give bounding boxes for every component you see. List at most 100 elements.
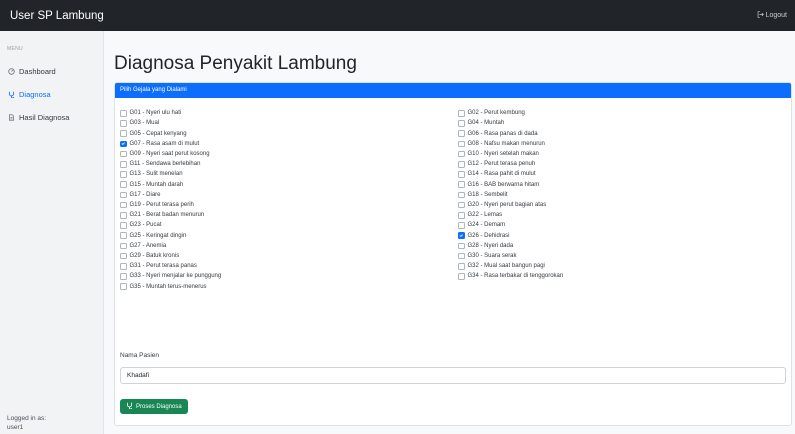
checkbox[interactable] [120, 242, 127, 250]
symptom-checkbox-item[interactable]: G31 - Perut terasa panas [120, 263, 197, 270]
symptom-label: G27 - Anemia [129, 242, 167, 249]
symptom-checkbox-item[interactable]: G13 - Sulit menelan [120, 171, 183, 178]
checkbox[interactable] [120, 171, 127, 178]
symptom-label: G26 - Dehidrasi [467, 232, 510, 239]
checkbox-checked[interactable] [120, 140, 127, 148]
symptom-checkbox-item[interactable]: G09 - Nyeri saat perut kosong [120, 150, 210, 158]
symptom-checkbox-item[interactable]: G25 - Keringat dingin [120, 232, 186, 239]
symptom-label: G17 - Diare [129, 191, 161, 198]
top-navbar: User SP Lambung Logout [0, 0, 795, 31]
card-header: Pilih Gejala yang Dialami [115, 83, 791, 98]
checkbox[interactable] [458, 273, 465, 280]
symptom-checkbox-item[interactable]: G10 - Nyeri setelah makan [458, 150, 539, 158]
checkbox[interactable] [120, 232, 127, 239]
sidebar-item-hasil-diagnosa[interactable]: Hasil Diagnosa [7, 113, 69, 122]
checkbox[interactable] [458, 120, 465, 127]
symptom-label: G01 - Nyeri ulu hati [129, 110, 182, 117]
checkbox[interactable] [120, 120, 127, 127]
symptom-label: G02 - Perut kembung [467, 110, 525, 117]
symptom-checkbox-item[interactable]: G32 - Mual saat bangun pagi [458, 263, 545, 270]
symptom-checkbox-item[interactable]: G16 - BAB berwarna hitam [458, 181, 539, 188]
symptom-checkbox-item[interactable]: G34 - Rasa terbakar di tenggorokan [458, 273, 563, 280]
sidebar-item-dashboard[interactable]: Dashboard [7, 67, 56, 76]
checkbox[interactable] [120, 283, 127, 290]
checkbox[interactable] [458, 242, 465, 250]
symptom-checkbox-item[interactable]: G30 - Suara serak [458, 252, 517, 260]
app-title[interactable]: User SP Lambung [10, 10, 104, 22]
checkbox[interactable] [120, 263, 127, 270]
symptom-checkbox-item[interactable]: G19 - Perut terasa perih [120, 201, 194, 209]
symptom-checkbox-item[interactable]: G01 - Nyeri ulu hati [120, 110, 181, 117]
symptom-checkbox-item[interactable]: G20 - Nyeri perut bagian atas [458, 201, 546, 209]
symptom-checkbox-item[interactable]: G04 - Muntah [458, 120, 504, 127]
symptom-checkbox-item[interactable]: G18 - Sembelit [458, 191, 508, 199]
checkbox[interactable] [458, 212, 465, 219]
checkbox[interactable] [458, 252, 465, 260]
diagnosa-icon [7, 91, 15, 99]
symptom-checkbox-item[interactable]: G12 - Perut terasa penuh [458, 161, 535, 168]
symptom-label: G33 - Nyeri menjalar ke punggung [129, 273, 222, 280]
menu-heading: MENU [7, 46, 23, 52]
symptom-label: G18 - Sembelit [467, 191, 508, 198]
process-diagnosis-label: Proses Diagnosa [136, 403, 182, 410]
logout-link[interactable]: Logout [757, 11, 787, 20]
symptom-checkbox-item[interactable]: G22 - Lemas [458, 212, 502, 219]
symptom-checkbox-item[interactable]: G21 - Berat badan menurun [120, 212, 204, 219]
symptom-label: G05 - Cepat kenyang [129, 130, 187, 137]
symptom-label: G19 - Perut terasa perih [129, 202, 194, 209]
symptom-checkbox-item[interactable]: G11 - Sendawa berlebihan [120, 161, 200, 168]
dashboard-icon [7, 68, 15, 76]
checkbox[interactable] [458, 191, 465, 199]
sidebar-item-diagnosa[interactable]: Diagnosa [7, 90, 51, 99]
checkbox[interactable] [120, 191, 127, 199]
checkbox[interactable] [458, 130, 465, 137]
checkbox[interactable] [120, 252, 127, 260]
checkbox[interactable] [120, 222, 127, 229]
symptom-checkbox-item[interactable]: G28 - Nyeri dada [458, 242, 513, 250]
symptom-checkbox-item[interactable]: G03 - Mual [120, 120, 159, 127]
logout-label: Logout [765, 12, 787, 19]
checkbox[interactable] [458, 161, 465, 168]
checkbox[interactable] [458, 181, 465, 188]
symptom-checkbox-item[interactable]: G05 - Cepat kenyang [120, 130, 187, 137]
patient-name-input[interactable] [120, 367, 786, 384]
checkbox[interactable] [120, 150, 127, 158]
symptom-label: G22 - Lemas [467, 212, 503, 219]
checkbox[interactable] [458, 110, 465, 117]
symptom-checkbox-item[interactable]: G17 - Diare [120, 191, 161, 199]
sidebar-item-label: Hasil Diagnosa [19, 113, 70, 122]
checkbox[interactable] [458, 150, 465, 158]
checkbox[interactable] [120, 161, 127, 168]
checkbox[interactable] [458, 201, 465, 209]
symptom-label: G24 - Demam [467, 222, 506, 229]
checkbox-checked[interactable] [458, 232, 465, 239]
checkbox[interactable] [120, 212, 127, 219]
checkbox[interactable] [120, 110, 127, 117]
checkbox[interactable] [120, 273, 127, 280]
symptom-label: G23 - Pucat [129, 222, 162, 229]
symptom-checkbox-item[interactable]: G27 - Anemia [120, 242, 167, 250]
symptom-label: G25 - Keringat dingin [129, 232, 187, 239]
symptom-checkbox-item[interactable]: G02 - Perut kembung [458, 110, 525, 117]
symptom-checkbox-item[interactable]: G07 - Rasa asam di mulut [120, 140, 199, 148]
symptom-checkbox-item[interactable]: G15 - Muntah darah [120, 181, 183, 188]
symptom-checkbox-item[interactable]: G29 - Batuk kronis [120, 252, 179, 260]
symptom-checkbox-item[interactable]: G06 - Rasa panas di dada [458, 130, 538, 137]
symptom-checkbox-item[interactable]: G08 - Nafsu makan menurun [458, 140, 545, 148]
checkbox[interactable] [458, 140, 465, 148]
symptom-checkbox-item[interactable]: G24 - Demam [458, 222, 505, 229]
symptom-label: G35 - Muntah terus-menerus [129, 283, 207, 290]
checkbox[interactable] [120, 201, 127, 209]
sidebar-item-label: Dashboard [19, 67, 56, 76]
checkbox[interactable] [458, 171, 465, 178]
symptom-checkbox-item[interactable]: G33 - Nyeri menjalar ke punggung [120, 273, 221, 280]
checkbox[interactable] [458, 263, 465, 270]
symptom-checkbox-item[interactable]: G23 - Pucat [120, 222, 162, 229]
checkbox[interactable] [120, 130, 127, 137]
process-diagnosis-button[interactable]: Proses Diagnosa [120, 399, 188, 414]
checkbox[interactable] [120, 181, 127, 188]
symptom-checkbox-item[interactable]: G26 - Dehidrasi [458, 232, 510, 239]
checkbox[interactable] [458, 222, 465, 229]
symptom-checkbox-item[interactable]: G14 - Rasa pahit di mulut [458, 171, 536, 178]
symptom-checkbox-item[interactable]: G35 - Muntah terus-menerus [120, 283, 207, 290]
